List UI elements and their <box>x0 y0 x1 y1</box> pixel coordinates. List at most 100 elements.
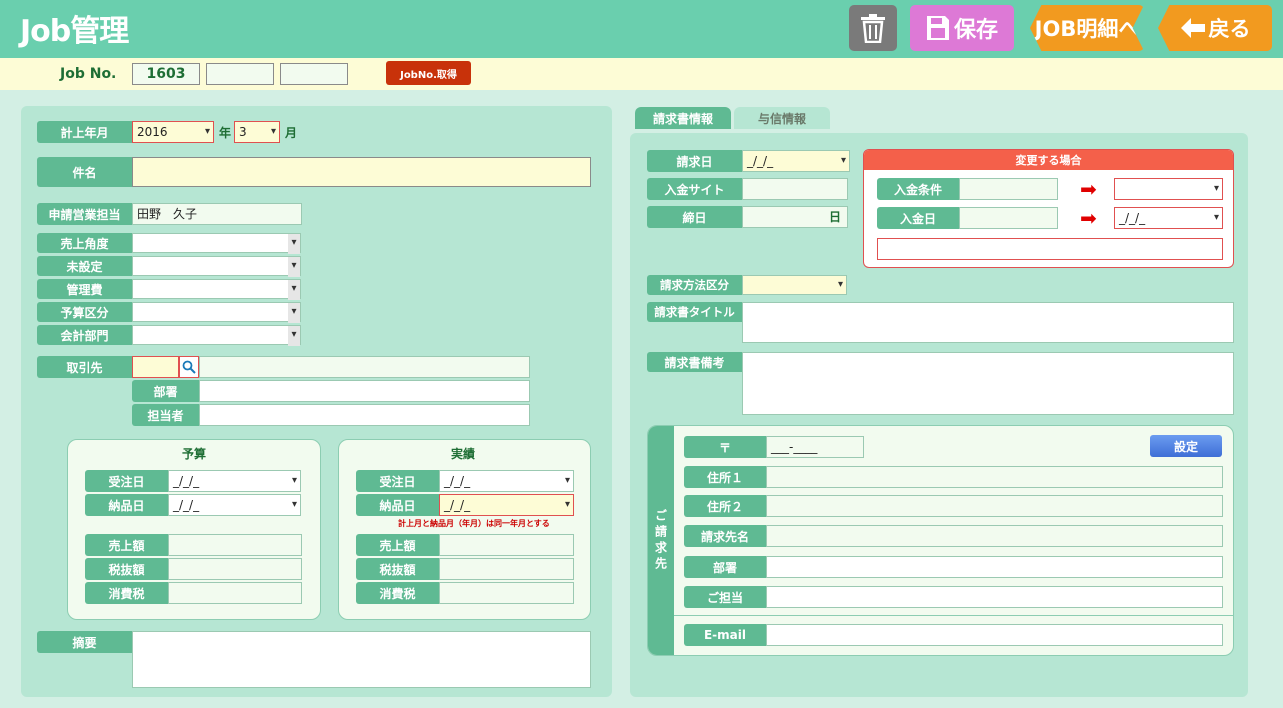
invoice-note-label: 請求書備考 <box>647 352 742 372</box>
unset-select[interactable] <box>132 256 301 277</box>
set-address-button[interactable]: 設定 <box>1150 435 1222 457</box>
job-number-input[interactable]: 1603 <box>132 63 200 85</box>
accounting-dept-select[interactable] <box>132 325 301 346</box>
payment-terms-field <box>959 178 1058 200</box>
invoice-title-textarea[interactable] <box>742 302 1234 343</box>
back-button[interactable]: 戻る <box>1158 5 1272 51</box>
address1-label: 住所１ <box>684 466 766 488</box>
billing-dept-input[interactable] <box>766 556 1223 578</box>
payment-date-select[interactable]: _/_/_ <box>1114 207 1223 229</box>
closing-day-field: 日 <box>742 206 848 228</box>
actual-title: 実績 <box>451 447 476 461</box>
tab-credit-info[interactable]: 与信情報 <box>734 107 830 129</box>
budget-tax-label: 消費税 <box>85 582 168 604</box>
client-search-button[interactable] <box>179 356 199 378</box>
sales-angle-label: 売上角度 <box>37 233 132 253</box>
job-number-sub-input-2[interactable] <box>280 63 348 85</box>
payment-date-label: 入金日 <box>877 207 959 229</box>
arrow-left-icon <box>1180 18 1205 38</box>
client-person-input[interactable] <box>199 404 530 426</box>
posting-year-select[interactable]: 2016 <box>132 121 214 143</box>
actual-delivery-date-label: 納品日 <box>356 494 439 516</box>
payment-site-field <box>742 178 848 200</box>
budget-sales-field <box>168 534 302 556</box>
year-unit: 年 <box>219 126 232 140</box>
job-number-sub-input-1[interactable] <box>206 63 274 85</box>
posting-month-select[interactable]: 3 <box>234 121 280 143</box>
posting-month-label: 計上年月 <box>37 121 132 143</box>
invoice-title-label: 請求書タイトル <box>647 302 742 322</box>
client-dept-label: 部署 <box>132 380 199 402</box>
sales-rep-label: 申請営業担当 <box>37 203 132 225</box>
invoice-note-textarea[interactable] <box>742 352 1234 415</box>
actual-sales-field <box>439 534 574 556</box>
budget-category-label: 予算区分 <box>37 302 132 322</box>
summary-textarea[interactable] <box>132 631 591 688</box>
change-box-header: 変更する場合 <box>864 150 1233 170</box>
client-dept-input[interactable] <box>199 380 530 402</box>
tab-invoice-info[interactable]: 請求書情報 <box>635 107 731 129</box>
budget-taxex-field <box>168 558 302 580</box>
actual-delivery-date-select[interactable]: _/_/_ <box>439 494 574 516</box>
save-button[interactable]: 保存 <box>910 5 1014 51</box>
budget-category-select[interactable] <box>132 302 301 323</box>
closing-day-label: 締日 <box>647 206 742 228</box>
page-title: Job管理 <box>20 14 129 49</box>
invoice-date-label: 請求日 <box>647 150 742 172</box>
budget-delivery-date-label: 納品日 <box>85 494 168 516</box>
client-code-input[interactable] <box>132 356 179 378</box>
postal-code-input[interactable]: ___-____ <box>766 436 864 458</box>
admin-fee-select[interactable] <box>132 279 301 300</box>
payment-terms-select[interactable] <box>1114 178 1223 200</box>
actual-tax-field <box>439 582 574 604</box>
budget-taxex-label: 税抜額 <box>85 558 168 580</box>
job-detail-button-label: JOB明細へ <box>1034 17 1140 41</box>
client-label: 取引先 <box>37 356 132 378</box>
billing-dept-label: 部署 <box>684 556 766 578</box>
postal-label: 〒 <box>684 436 766 458</box>
admin-fee-label: 管理費 <box>37 279 132 299</box>
actual-taxex-field <box>439 558 574 580</box>
back-button-label: 戻る <box>1208 17 1251 41</box>
sales-angle-select[interactable] <box>132 233 301 254</box>
email-input[interactable] <box>766 624 1223 646</box>
budget-sales-label: 売上額 <box>85 534 168 556</box>
address1-input[interactable] <box>766 466 1223 488</box>
address2-input[interactable] <box>766 495 1223 517</box>
unset-label: 未設定 <box>37 256 132 276</box>
budget-delivery-date-select[interactable]: _/_/_ <box>168 494 301 516</box>
invoice-date-select[interactable]: _/_/_ <box>742 150 850 172</box>
actual-order-date-label: 受注日 <box>356 470 439 492</box>
trash-icon <box>861 14 885 43</box>
sales-rep-field: 田野 久子 <box>132 203 302 225</box>
client-person-label: 担当者 <box>132 404 199 426</box>
billing-method-select[interactable] <box>742 275 847 295</box>
actual-tax-label: 消費税 <box>356 582 439 604</box>
save-button-label: 保存 <box>953 18 998 43</box>
delivery-month-note: 計上月と納品月（年月）は同一年月とする <box>398 519 550 528</box>
arrow-right-icon: ➡ <box>1080 177 1097 201</box>
delete-button[interactable] <box>849 5 897 51</box>
budget-order-date-select[interactable]: _/_/_ <box>168 470 301 492</box>
get-job-number-button[interactable]: JobNo.取得 <box>386 61 471 85</box>
change-note-input[interactable] <box>877 238 1223 260</box>
billing-person-label: ご担当 <box>684 586 766 608</box>
summary-label: 摘要 <box>37 631 132 653</box>
job-detail-button[interactable]: JOB明細へ <box>1030 5 1144 51</box>
subject-input[interactable] <box>132 157 591 187</box>
payment-date-field <box>959 207 1058 229</box>
subject-label: 件名 <box>37 157 132 187</box>
payment-terms-label: 入金条件 <box>877 178 959 200</box>
accounting-dept-label: 会計部門 <box>37 325 132 345</box>
address2-label: 住所２ <box>684 495 766 517</box>
arrow-right-icon: ➡ <box>1080 206 1097 230</box>
budget-title: 予算 <box>182 447 207 461</box>
billing-person-input[interactable] <box>766 586 1223 608</box>
billing-name-input[interactable] <box>766 525 1223 547</box>
actual-order-date-select[interactable]: _/_/_ <box>439 470 574 492</box>
billing-address-side-label: ご請求先 <box>648 426 674 655</box>
billing-address-side-text: ご請求先 <box>653 508 668 573</box>
billing-method-label: 請求方法区分 <box>647 275 742 295</box>
actual-sales-label: 売上額 <box>356 534 439 556</box>
month-unit: 月 <box>285 126 298 140</box>
